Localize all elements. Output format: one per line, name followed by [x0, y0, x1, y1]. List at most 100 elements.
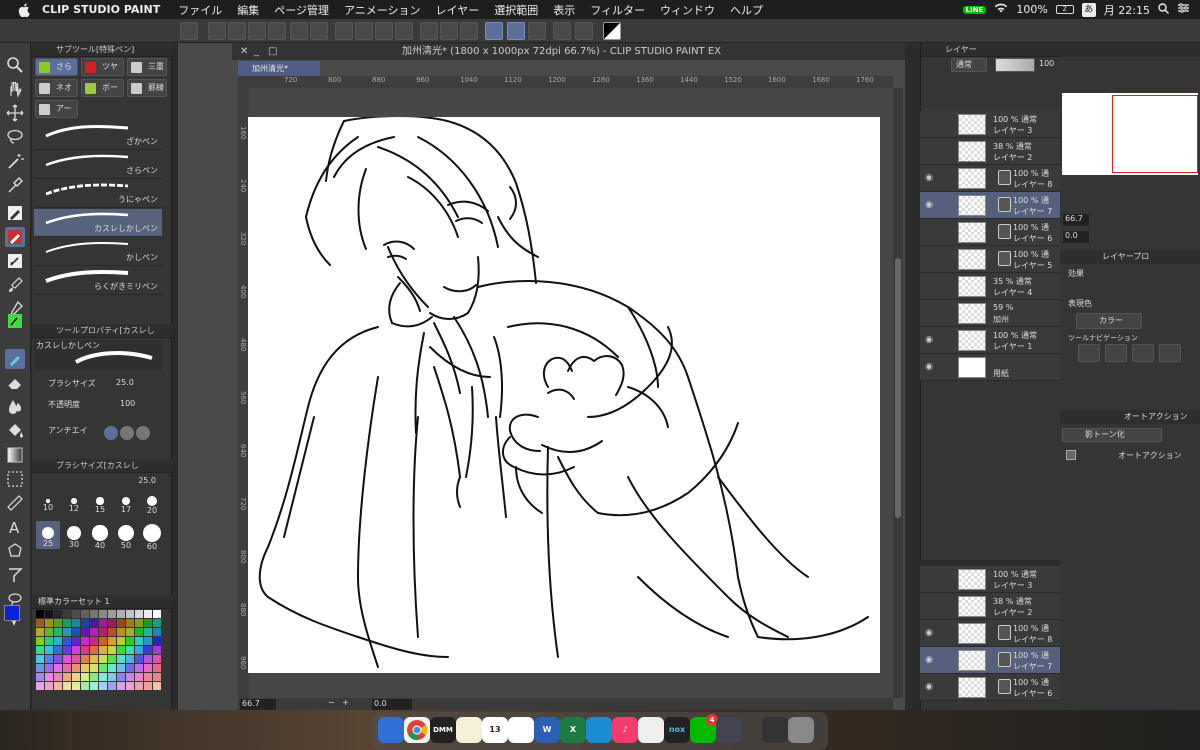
menu-page[interactable]: ページ管理 — [274, 2, 329, 18]
hidden-eye-slot[interactable] — [923, 574, 935, 584]
auto-action-set-select[interactable]: 影トーン化 — [1062, 428, 1162, 442]
clip-studio-paint-icon[interactable] — [638, 717, 664, 743]
palette-swatch[interactable] — [63, 637, 71, 645]
document-tab[interactable]: 加州清光* — [238, 61, 320, 76]
loading-icon[interactable] — [335, 22, 353, 40]
hidden-eye-slot[interactable] — [923, 281, 935, 291]
palette-swatch[interactable] — [63, 682, 71, 690]
palette-swatch[interactable] — [36, 664, 44, 672]
ruler-tool-icon[interactable] — [5, 493, 25, 513]
deselect-icon[interactable] — [420, 22, 438, 40]
line-status-icon[interactable]: LINE — [962, 5, 987, 14]
palette-swatch[interactable] — [36, 610, 44, 618]
special-pen-icon[interactable] — [5, 227, 25, 247]
color-swatches[interactable] — [2, 601, 30, 641]
brush-size-preset[interactable]: 50 — [114, 521, 138, 550]
subtool-group-tsuya[interactable]: ツヤ — [81, 58, 124, 76]
layer-row[interactable]: ◉ 100 % 通常 レイヤー 1 — [920, 327, 1060, 354]
palette-swatch[interactable] — [81, 628, 89, 636]
palette-swatch[interactable] — [126, 619, 134, 627]
control-center-icon[interactable] — [1177, 3, 1190, 16]
palette-swatch[interactable] — [36, 628, 44, 636]
magic-wand-icon[interactable] — [5, 151, 25, 171]
eye-icon[interactable]: ◉ — [923, 335, 935, 345]
palette-swatch[interactable] — [54, 628, 62, 636]
brush-size-preset[interactable]: 12 — [62, 489, 86, 517]
auto-action-checkbox[interactable] — [1066, 450, 1076, 460]
palette-swatch[interactable] — [72, 619, 80, 627]
palette-swatch[interactable] — [117, 664, 125, 672]
eye-icon[interactable]: ◉ — [923, 628, 935, 638]
hand-icon[interactable] — [5, 79, 25, 99]
palette-swatch[interactable] — [153, 628, 161, 636]
palette-swatch[interactable] — [99, 628, 107, 636]
ruler-snap-icon[interactable] — [528, 22, 546, 40]
save-icon[interactable] — [248, 22, 266, 40]
palette-swatch[interactable] — [144, 610, 152, 618]
color-mode-icon[interactable] — [603, 22, 621, 40]
palette-swatch[interactable] — [63, 628, 71, 636]
open-file-icon[interactable] — [228, 22, 246, 40]
palette-swatch[interactable] — [45, 682, 53, 690]
search-icon[interactable] — [1158, 2, 1169, 17]
layer-row[interactable]: 38 % 通常 レイヤー 2 — [920, 593, 1060, 620]
palette-swatch[interactable] — [72, 610, 80, 618]
pencil-icon[interactable] — [5, 251, 25, 271]
palette-swatch[interactable] — [36, 637, 44, 645]
layer-row[interactable]: ◉ 100 % 通レイヤー 8 — [920, 165, 1060, 192]
palette-swatch[interactable] — [126, 682, 134, 690]
palette-swatch[interactable] — [90, 655, 98, 663]
palette-swatch[interactable] — [135, 628, 143, 636]
palette-swatch[interactable] — [117, 637, 125, 645]
auto-action-item[interactable]: オートアクション — [1118, 450, 1182, 461]
palette-swatch[interactable] — [135, 655, 143, 663]
tool-nav-button[interactable] — [1078, 344, 1100, 362]
trash-icon[interactable] — [788, 717, 814, 743]
palette-swatch[interactable] — [72, 646, 80, 654]
palette-swatch[interactable] — [45, 628, 53, 636]
palette-swatch[interactable] — [99, 673, 107, 681]
navigator-angle-field[interactable]: 0.0 — [1063, 231, 1089, 243]
eye-icon[interactable]: ◉ — [923, 682, 935, 692]
layer-row[interactable]: ◉ 100 % 通レイヤー 6 — [920, 674, 1060, 701]
palette-swatch[interactable] — [153, 655, 161, 663]
palette-swatch[interactable] — [144, 673, 152, 681]
palette-swatch[interactable] — [54, 673, 62, 681]
palette-swatch[interactable] — [108, 646, 116, 654]
subtool-group-bo[interactable]: ボー — [81, 79, 124, 97]
navigator-viewport[interactable] — [1112, 95, 1198, 173]
palette-swatch[interactable] — [108, 619, 116, 627]
gradient-icon[interactable] — [5, 445, 25, 465]
nox-icon[interactable]: nox — [664, 717, 690, 743]
palette-swatch[interactable] — [153, 664, 161, 672]
ime-indicator[interactable]: あ — [1081, 2, 1096, 17]
palette-swatch[interactable] — [36, 646, 44, 654]
palette-swatch[interactable] — [99, 664, 107, 672]
dmm-books-icon[interactable]: DMM — [430, 717, 456, 743]
palette-swatch[interactable] — [45, 619, 53, 627]
palette-swatch[interactable] — [90, 673, 98, 681]
blend-mode-select[interactable]: 通常 — [951, 58, 987, 72]
eye-icon[interactable]: ◉ — [923, 362, 935, 372]
palette-swatch[interactable] — [36, 619, 44, 627]
correct-line-icon[interactable] — [5, 565, 25, 585]
color-picker-icon[interactable] — [553, 22, 571, 40]
palette-swatch[interactable] — [126, 637, 134, 645]
palette-swatch[interactable] — [45, 664, 53, 672]
subtool-group-sara[interactable]: さら — [35, 58, 78, 76]
transform-icon[interactable] — [395, 22, 413, 40]
brush-item[interactable]: かしペン — [34, 238, 162, 266]
palette-swatch[interactable] — [63, 610, 71, 618]
antialias-row[interactable]: アンチエイ — [34, 425, 162, 441]
ruler-icon[interactable] — [575, 22, 593, 40]
palette-swatch[interactable] — [54, 664, 62, 672]
palette-swatch[interactable] — [54, 610, 62, 618]
notes-icon[interactable] — [456, 717, 482, 743]
layer-row[interactable]: 100 % 通レイヤー 6 — [920, 219, 1060, 246]
chrome-icon[interactable] — [404, 717, 430, 743]
main-color-swatch[interactable] — [4, 605, 20, 621]
hidden-eye-slot[interactable] — [923, 227, 935, 237]
palette-swatch[interactable] — [81, 619, 89, 627]
palette-swatch[interactable] — [90, 646, 98, 654]
palette-swatch[interactable] — [108, 682, 116, 690]
